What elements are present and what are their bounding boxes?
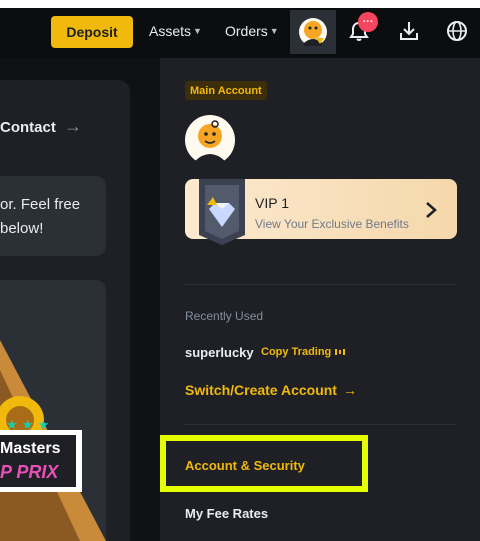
switch-create-account-label: Switch/Create Account bbox=[185, 382, 337, 398]
vip-benefits-subtitle: View Your Exclusive Benefits bbox=[255, 217, 409, 231]
promo-title-line-2: P PRIX bbox=[0, 462, 59, 482]
copy-trading-label: Copy Trading bbox=[261, 346, 332, 358]
vip-level-title: VIP 1 bbox=[255, 195, 289, 211]
section-divider bbox=[185, 284, 457, 285]
orders-menu-label: Orders bbox=[225, 23, 268, 39]
promo-banner[interactable]: ★ ★ ★ Masters P PRIX bbox=[0, 280, 106, 541]
info-text-line-1: or. Feel free bbox=[0, 196, 81, 213]
copy-trading-tag: Copy Trading bbox=[261, 346, 346, 358]
info-text-line-2: below! bbox=[0, 220, 44, 237]
vip-shield-icon bbox=[199, 179, 245, 245]
avatar-icon bbox=[299, 18, 327, 46]
chevron-right-icon bbox=[426, 202, 437, 218]
window-edge bbox=[0, 0, 480, 8]
caret-down-icon: ▼ bbox=[193, 26, 202, 36]
svg-text:★ ★ ★: ★ ★ ★ bbox=[6, 418, 49, 433]
info-message-box bbox=[0, 176, 106, 256]
notification-badge: ··· bbox=[358, 12, 378, 32]
deposit-button[interactable]: Deposit bbox=[51, 16, 133, 48]
recently-used-label: Recently Used bbox=[185, 309, 264, 323]
account-security-link[interactable]: Account & Security bbox=[185, 458, 305, 473]
promo-title-line-1: Masters bbox=[0, 440, 61, 457]
assets-menu-label: Assets bbox=[149, 23, 192, 39]
profile-avatar-large[interactable] bbox=[185, 115, 235, 165]
profile-avatar-button[interactable] bbox=[290, 10, 336, 54]
assets-menu[interactable]: Assets ▼ bbox=[149, 23, 202, 39]
orders-menu[interactable]: Orders ▼ bbox=[225, 23, 279, 39]
grand-prix-graphic: ★ ★ ★ bbox=[0, 340, 106, 541]
caret-down-icon: ▼ bbox=[269, 26, 279, 36]
section-divider bbox=[185, 424, 457, 425]
globe-icon[interactable] bbox=[446, 20, 468, 42]
arrow-right-icon: → bbox=[342, 382, 357, 398]
switch-create-account-link[interactable]: Switch/Create Account → bbox=[185, 382, 357, 398]
recent-account-name[interactable]: superlucky bbox=[185, 345, 254, 360]
my-fee-rates-link[interactable]: My Fee Rates bbox=[185, 506, 268, 521]
main-account-badge: Main Account bbox=[185, 81, 267, 100]
download-icon[interactable] bbox=[398, 20, 420, 42]
copy-trading-icon bbox=[335, 349, 346, 355]
arrow-right-icon[interactable]: → bbox=[64, 116, 82, 137]
contact-link-label[interactable]: Contact bbox=[0, 119, 56, 136]
